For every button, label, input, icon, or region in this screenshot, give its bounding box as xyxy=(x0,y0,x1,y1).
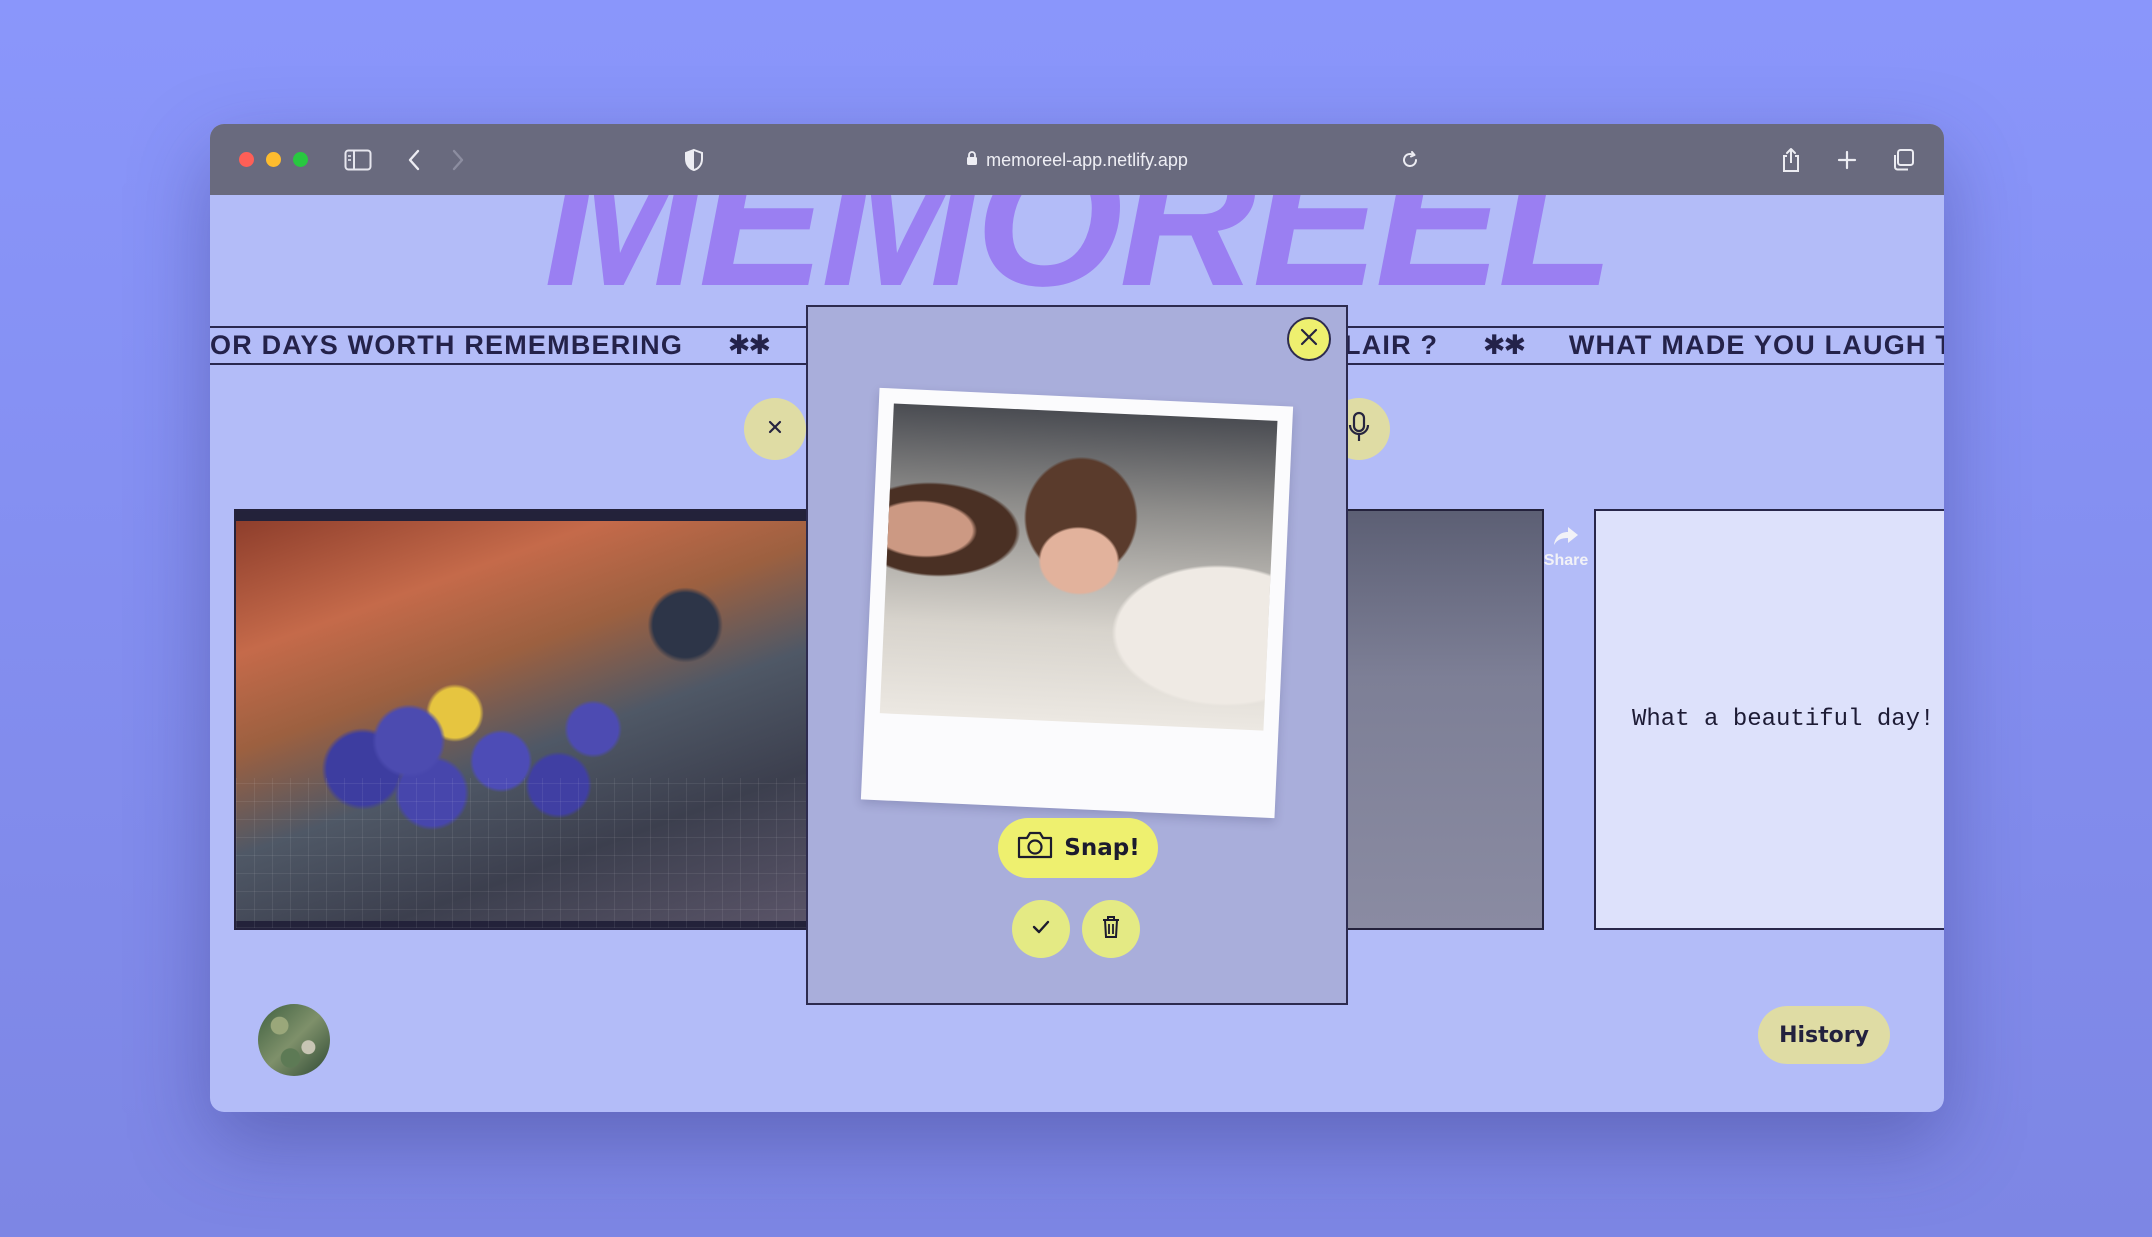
confirm-button[interactable] xyxy=(1012,900,1070,958)
address-field[interactable]: memoreel-app.netlify.app xyxy=(966,150,1188,171)
camera-capture-image xyxy=(879,403,1278,731)
browser-window: memoreel-app.netlify.app MEMOREEL OR DAY… xyxy=(210,124,1944,1112)
history-button[interactable]: History xyxy=(1758,1006,1890,1064)
note-text: What a beautiful day! xyxy=(1632,706,1935,733)
modal-close-button[interactable] xyxy=(1287,317,1331,361)
user-avatar[interactable] xyxy=(258,1004,330,1076)
sidebar-toggle-icon[interactable] xyxy=(342,146,374,174)
memory-video-card[interactable] xyxy=(1344,509,1544,930)
marquee-separator: ✱✱ xyxy=(727,330,771,360)
snap-label: Snap! xyxy=(1064,835,1140,861)
camera-icon xyxy=(1016,831,1054,865)
close-icon xyxy=(1299,327,1319,352)
reload-icon[interactable] xyxy=(1396,146,1424,174)
forward-icon[interactable] xyxy=(444,146,472,174)
marquee-item: OR DAYS WORTH REMEMBERING xyxy=(210,330,684,360)
browser-toolbar: memoreel-app.netlify.app xyxy=(210,124,1944,195)
share-icon[interactable] xyxy=(1776,146,1806,174)
polaroid-preview xyxy=(860,387,1294,819)
trash-icon xyxy=(1101,915,1121,944)
page-content: MEMOREEL OR DAYS WORTH REMEMBERING ✱✱ V … xyxy=(210,195,1944,1112)
memory-note-card[interactable]: What a beautiful day! xyxy=(1594,509,1944,930)
camera-modal: Snap! xyxy=(806,305,1348,1005)
checkmark-icon xyxy=(1031,919,1051,940)
photo-texture xyxy=(236,778,812,928)
tab-overview-icon[interactable] xyxy=(1888,146,1918,174)
back-icon[interactable] xyxy=(400,146,428,174)
close-icon xyxy=(767,419,783,440)
new-tab-icon[interactable] xyxy=(1832,146,1862,174)
marquee-item: LAIR ? xyxy=(1344,330,1439,360)
zoom-window-button[interactable] xyxy=(293,152,308,167)
close-window-button[interactable] xyxy=(239,152,254,167)
url-text: memoreel-app.netlify.app xyxy=(986,149,1188,170)
snap-button[interactable]: Snap! xyxy=(998,818,1158,878)
share-arrow-icon xyxy=(1554,527,1578,545)
marquee-item: WHAT MADE YOU LAUGH TO xyxy=(1568,330,1944,360)
dismiss-button[interactable] xyxy=(744,398,806,460)
app-logo: MEMOREEL xyxy=(544,195,1614,326)
privacy-shield-icon[interactable] xyxy=(680,146,708,174)
minimize-window-button[interactable] xyxy=(266,152,281,167)
delete-button[interactable] xyxy=(1082,900,1140,958)
lock-icon xyxy=(966,150,978,171)
memory-photo-card[interactable] xyxy=(234,509,814,930)
marquee-separator: ✱✱ xyxy=(1482,330,1526,360)
microphone-icon xyxy=(1348,411,1370,448)
